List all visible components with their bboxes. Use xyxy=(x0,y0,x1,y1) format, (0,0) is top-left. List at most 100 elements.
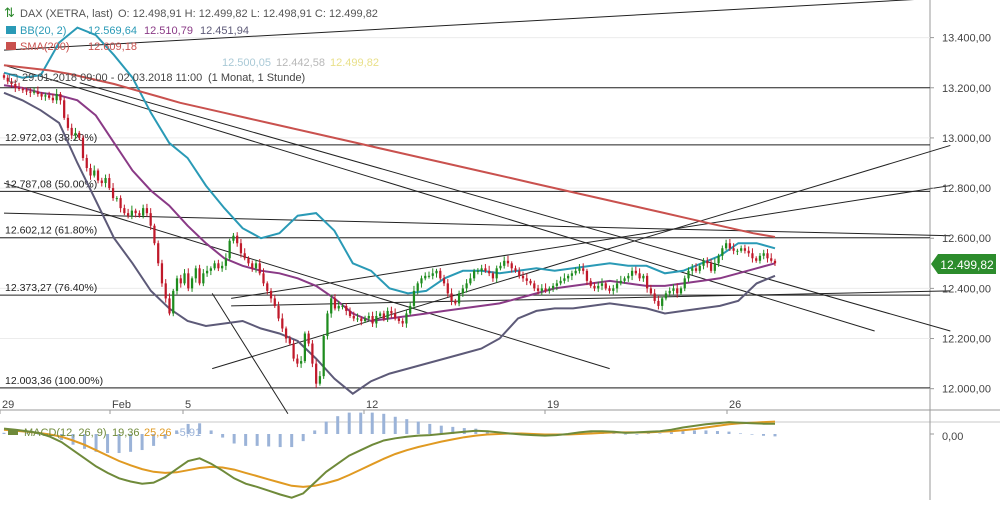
candle-body xyxy=(439,270,442,279)
candle-body xyxy=(266,283,269,291)
candle-body xyxy=(676,288,679,294)
candle-body xyxy=(221,265,224,269)
candle-body xyxy=(352,315,355,319)
candle-body xyxy=(81,137,85,158)
macd-label: MACD(12, 26, 9) xyxy=(24,427,107,439)
candle-body xyxy=(29,91,32,93)
candle-body xyxy=(145,208,149,214)
macd-histogram-bar xyxy=(738,433,742,435)
candle-body xyxy=(638,273,641,279)
candle-body xyxy=(724,243,728,249)
macd-histogram-bar xyxy=(623,434,627,435)
candle-body xyxy=(108,178,111,189)
macd-histogram-bar xyxy=(715,431,719,434)
candle-body xyxy=(623,278,626,281)
candle-body xyxy=(540,288,543,291)
candle-body xyxy=(348,310,352,316)
dax-chart: 12.003,36 (100.00%) 12.373,27 (76.40%) 12.… xyxy=(0,0,1000,500)
sma-color-swatch xyxy=(6,42,16,50)
candle-body xyxy=(499,265,502,269)
candle-body xyxy=(337,305,340,309)
macd-histogram-bar xyxy=(393,416,397,434)
macd-panel xyxy=(2,412,934,499)
candle-body xyxy=(529,280,532,284)
candle-body xyxy=(518,270,521,276)
macd-histogram-bar xyxy=(232,434,236,444)
candle-body xyxy=(360,318,363,321)
x-tick-label: 5 xyxy=(185,399,191,411)
candle-body xyxy=(755,258,758,261)
candle-body xyxy=(333,298,337,309)
candle-body xyxy=(228,240,231,259)
macd-histogram-bar xyxy=(347,412,351,434)
candle-body xyxy=(345,305,348,311)
candle-body xyxy=(668,290,671,294)
legend-faded-value-2: 12.442,58 xyxy=(276,57,325,69)
candle-body xyxy=(691,268,694,271)
candle-body xyxy=(14,84,17,88)
macd-histogram-bar xyxy=(773,434,777,437)
candle-body xyxy=(736,250,739,252)
candle-body xyxy=(649,288,653,294)
candle-body xyxy=(307,333,310,344)
candle-body xyxy=(371,315,374,324)
candle-body xyxy=(115,198,118,200)
candle-body xyxy=(232,235,235,241)
candle-body xyxy=(394,313,397,319)
candle-body xyxy=(217,263,220,269)
x-tick-label: 29 xyxy=(2,399,14,411)
candle-body xyxy=(766,253,769,259)
candle-body xyxy=(119,198,122,209)
last-price-text: 12.499,82 xyxy=(940,258,994,272)
candle-body xyxy=(194,268,197,279)
candle-body xyxy=(262,273,265,284)
candle-body xyxy=(315,363,318,384)
candle-body xyxy=(615,283,619,289)
candle-body xyxy=(292,343,295,359)
candle-body xyxy=(702,260,705,266)
candle-body xyxy=(706,260,709,264)
y-tick-label: 13.200,00 xyxy=(942,83,991,95)
macd-histogram-bar xyxy=(692,430,696,434)
x-tick-label: 19 xyxy=(547,399,559,411)
candle-body xyxy=(683,278,686,289)
candle-body xyxy=(111,188,115,199)
candle-body xyxy=(55,94,58,101)
candle-body xyxy=(288,338,291,344)
legend-faded-value-1: 12.500,05 xyxy=(222,57,271,69)
candle-body xyxy=(258,263,261,274)
candle-body xyxy=(709,263,713,271)
candle-body xyxy=(740,248,743,251)
legend-ohlc: O: 12.498,91 H: 12.499,82 L: 12.498,91 C… xyxy=(118,8,378,20)
macd-histogram-bar xyxy=(646,433,650,435)
candle-body xyxy=(770,258,773,261)
legend-sma-value: 12.609,18 xyxy=(88,41,137,53)
macd-value: 19,36 xyxy=(112,427,140,439)
macd-signal-value: 25,26 xyxy=(144,427,172,439)
candle-body xyxy=(664,293,668,299)
candle-body xyxy=(593,285,596,289)
macd-histogram-bar xyxy=(428,423,432,434)
macd-histogram-bar xyxy=(324,421,328,434)
candle-body xyxy=(243,253,246,259)
candle-body xyxy=(254,263,258,269)
candle-body xyxy=(299,361,303,364)
candle-body xyxy=(326,313,329,337)
candle-body xyxy=(149,213,152,226)
candle-body xyxy=(627,275,630,279)
y-tick-label: 12.000,00 xyxy=(942,384,991,396)
candle-body xyxy=(134,210,137,214)
legend-sma-label: SMA(200) xyxy=(20,41,70,53)
candle-body xyxy=(190,278,194,289)
candle-body xyxy=(397,318,401,321)
candle-body xyxy=(461,288,464,294)
candle-body xyxy=(187,273,190,289)
candle-body xyxy=(630,270,634,276)
candle-body xyxy=(36,91,39,95)
candle-body xyxy=(646,275,649,289)
candle-body xyxy=(521,275,525,279)
macd-histogram-bar xyxy=(635,434,639,435)
bb-color-swatch xyxy=(6,26,16,34)
macd-zero-tick: 0,00 xyxy=(942,431,963,443)
candle-body xyxy=(138,213,141,216)
